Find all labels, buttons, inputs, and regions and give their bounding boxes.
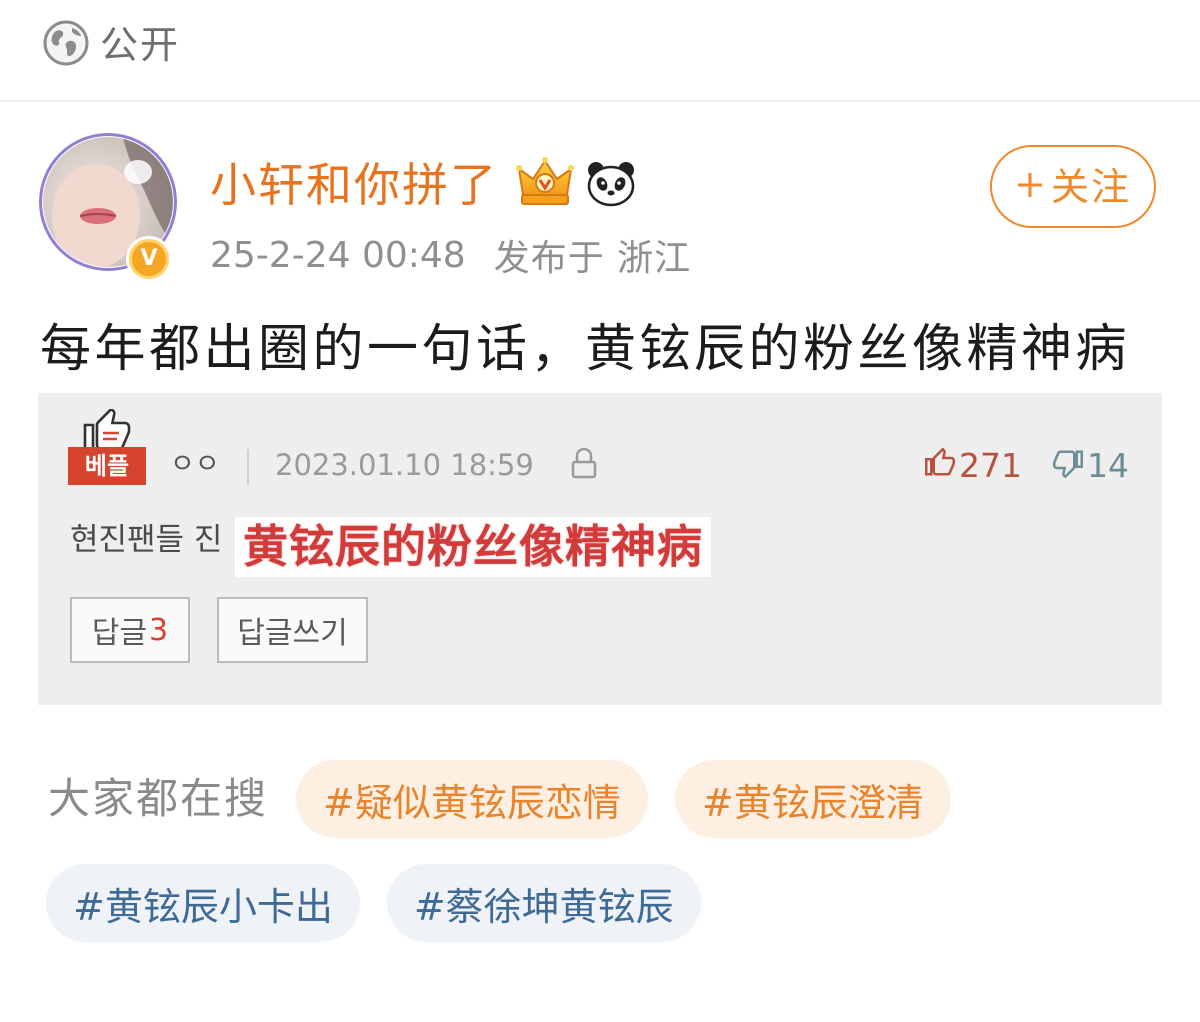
trending-tag[interactable]: #黄铉辰小卡出 — [46, 864, 360, 942]
trending-row: 大家都在搜 #疑似黄铉辰恋情 #黄铉辰澄清 — [48, 760, 951, 838]
thumbs-up-icon — [83, 407, 131, 451]
post-image[interactable]: 베플 ㅇㅇ 2023.01.10 18:59 271 14 현진팬들 진 黄铉辰… — [38, 393, 1162, 705]
dislike-count-value: 14 — [1087, 445, 1129, 485]
like-count-value: 271 — [959, 445, 1022, 485]
reply-count: 3 — [149, 612, 169, 648]
write-reply-button: 답글쓰기 — [217, 597, 368, 663]
visibility-indicator: 公开 — [42, 20, 180, 70]
plus-icon — [1015, 170, 1045, 204]
trending-tag[interactable]: #黄铉辰澄清 — [674, 760, 951, 838]
comment-datetime: 2023.01.10 18:59 — [275, 448, 534, 482]
post-location: 发布于 浙江 — [493, 238, 692, 279]
like-count: 271 — [925, 443, 1022, 487]
comment-username: ㅇㅇ — [170, 449, 220, 480]
comment-text: 현진팬들 진 — [70, 522, 223, 558]
divider — [0, 100, 1200, 102]
trending-label: 大家都在搜 — [48, 774, 269, 823]
post-meta: 25-2-24 00:48 发布于 浙江 — [210, 228, 691, 282]
follow-button[interactable]: 关注 — [990, 145, 1156, 228]
globe-icon — [42, 19, 90, 71]
best-comment-badge: 베플 — [68, 447, 146, 485]
post-timestamp: 25-2-24 00:48 — [210, 234, 466, 276]
verified-badge: V — [126, 236, 172, 282]
write-reply-label: 답글쓰기 — [237, 616, 348, 651]
post-text: 每年都出圈的一句话，黄铉辰的粉丝像精神病 — [40, 320, 1131, 379]
trending-tag[interactable]: #疑似黄铉辰恋情 — [296, 760, 648, 838]
meta-divider — [247, 449, 249, 485]
trending-tag[interactable]: #蔡徐坤黄铉辰 — [386, 864, 701, 942]
crown-badge-icon — [514, 155, 576, 209]
thumbs-down-icon — [1053, 448, 1083, 482]
reply-label: 답글 — [91, 616, 148, 651]
lock-icon — [568, 445, 600, 481]
author-name[interactable]: 小轩和你拼了 — [210, 155, 498, 215]
overlay-caption: 黄铉辰的粉丝像精神病 — [235, 517, 712, 577]
visibility-label: 公开 — [100, 23, 181, 67]
panda-icon — [585, 159, 637, 207]
avatar[interactable]: V — [38, 132, 178, 282]
trending-row: #黄铉辰小卡出 #蔡徐坤黄铉辰 — [46, 864, 701, 942]
follow-label: 关注 — [1050, 164, 1131, 209]
reply-button: 답글 3 — [70, 597, 190, 663]
thumbs-up-icon — [925, 447, 955, 482]
dislike-count: 14 — [1053, 443, 1129, 487]
